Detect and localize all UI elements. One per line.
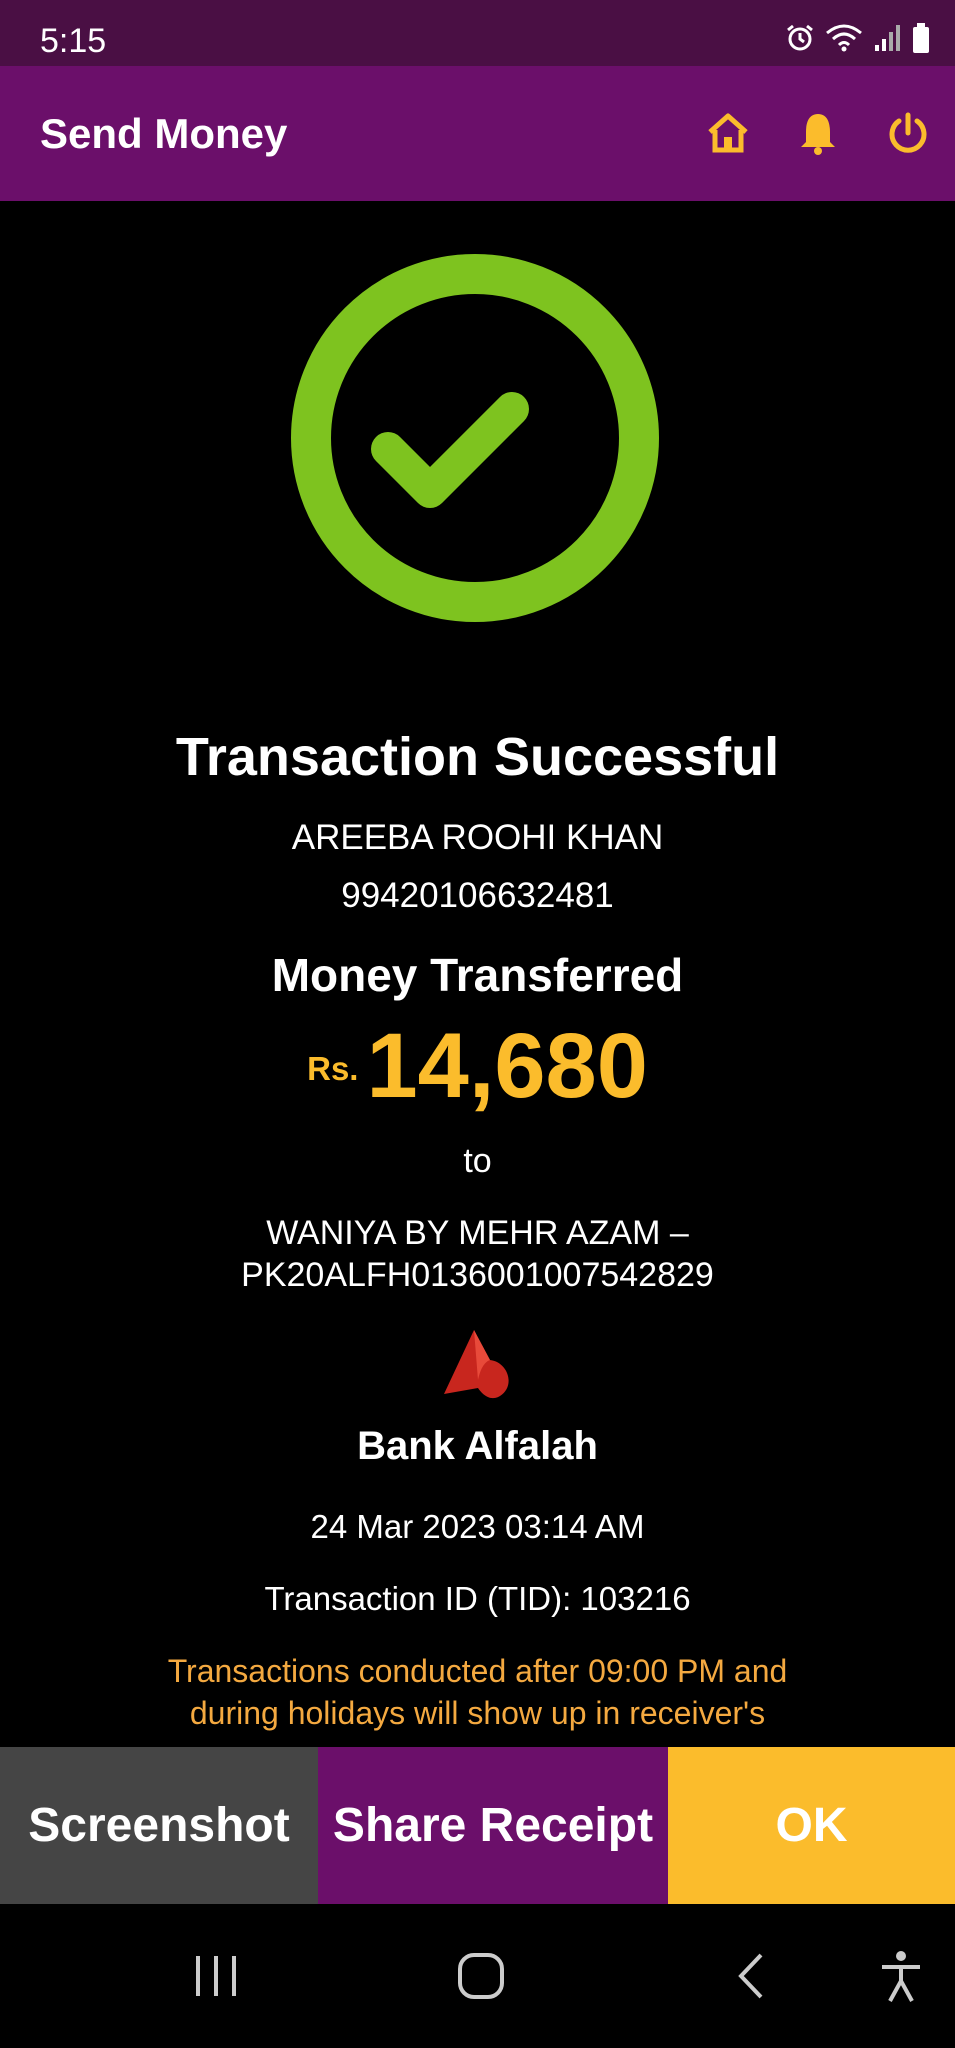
accessibility-icon[interactable] (876, 1946, 926, 2006)
share-receipt-button[interactable]: Share Receipt (318, 1747, 668, 1904)
ok-button[interactable]: OK (668, 1747, 955, 1904)
bank-logo-icon (434, 1320, 520, 1406)
bank-name: Bank Alfalah (357, 1424, 598, 1468)
wifi-icon (826, 24, 862, 52)
sender-account: 99420106632481 (341, 876, 614, 915)
status-icons (785, 20, 931, 56)
app-actions (701, 106, 935, 160)
signal-icon (875, 25, 900, 51)
destination-iban: PK20ALFH0136001007542829 (241, 1256, 714, 1294)
page-title: Send Money (40, 110, 288, 157)
transaction-datetime: 24 Mar 2023 03:14 AM (310, 1508, 645, 1545)
power-icon[interactable] (881, 106, 935, 160)
home-nav-icon[interactable] (455, 1946, 507, 2006)
battery-icon (913, 23, 929, 53)
destination-name: WANIYA BY MEHR AZAM – (266, 1214, 689, 1252)
status-bar: 5:15 (0, 0, 955, 66)
amount-value: 14,680 (366, 1015, 648, 1117)
sender-name: AREEBA ROOHI KHAN (291, 818, 664, 857)
screenshot-button[interactable]: Screenshot (0, 1747, 318, 1904)
app-bar: Send Money (0, 66, 955, 201)
money-transferred-label: Money Transferred (271, 949, 684, 1001)
system-nav-bar (0, 1904, 955, 2048)
notice-line-1: Transactions conducted after 09:00 PM an… (167, 1653, 788, 1689)
currency-label: Rs. (307, 1050, 359, 1087)
to-label: to (463, 1142, 492, 1180)
check-circle-icon (290, 253, 660, 623)
notice-line-2: during holidays will show up in receiver… (189, 1695, 766, 1731)
bell-icon[interactable] (791, 106, 845, 160)
back-icon[interactable] (730, 1946, 770, 2006)
transaction-id: Transaction ID (TID): 103216 (264, 1580, 691, 1617)
status-time: 5:15 (40, 22, 107, 60)
recent-apps-icon[interactable] (190, 1946, 242, 2006)
action-buttons: Screenshot Share Receipt OK (0, 1747, 955, 1904)
success-headline: Transaction Successful (175, 727, 780, 787)
notice-text: Transactions conducted after 09:00 PM an… (0, 1650, 955, 1734)
alarm-icon (787, 24, 813, 51)
home-icon[interactable] (701, 106, 755, 160)
amount-row: Rs. 14,680 (0, 1020, 955, 1112)
